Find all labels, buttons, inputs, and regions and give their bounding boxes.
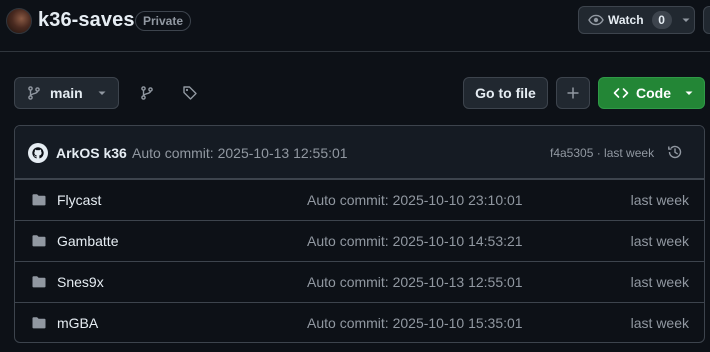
visibility-badge: Private [135, 11, 192, 31]
branch-selector[interactable]: main [14, 77, 119, 109]
code-button[interactable]: Code [598, 77, 705, 109]
eye-icon [588, 14, 604, 26]
file-commit-date: last week [630, 274, 689, 290]
github-icon [32, 147, 44, 159]
file-commit-message[interactable]: Auto commit: 2025-10-10 14:53:21 [307, 233, 523, 249]
file-commit-message[interactable]: Auto commit: 2025-10-10 15:35:01 [307, 315, 523, 331]
watch-button[interactable]: Watch 0 [578, 6, 695, 34]
tag-icon [183, 86, 197, 100]
folder-icon [32, 235, 46, 247]
file-name[interactable]: mGBA [57, 315, 98, 331]
repo-header: k36-saves Private Watch 0 [0, 0, 710, 52]
file-name[interactable]: Gambatte [57, 233, 118, 249]
file-commit-message[interactable]: Auto commit: 2025-10-13 12:55:01 [307, 274, 523, 290]
commit-author[interactable]: ArkOS k36 [56, 145, 127, 161]
tags-button[interactable] [175, 78, 205, 108]
folder-icon [32, 194, 46, 206]
file-row[interactable]: Flycast Auto commit: 2025-10-10 23:10:01… [15, 179, 704, 220]
git-branch-icon [141, 86, 153, 100]
chevron-down-icon [682, 18, 690, 22]
plus-icon [567, 87, 579, 99]
file-row[interactable]: Snes9x Auto commit: 2025-10-13 12:55:01 … [15, 261, 704, 302]
commit-meta[interactable]: f4a5305 · last week [550, 146, 654, 160]
chevron-down-icon [98, 91, 106, 95]
file-list: ArkOS k36 Auto commit: 2025-10-13 12:55:… [14, 125, 705, 343]
chevron-down-icon [685, 91, 693, 95]
owner-avatar[interactable] [6, 8, 32, 34]
code-label: Code [636, 85, 671, 101]
file-name[interactable]: Snes9x [57, 274, 104, 290]
watch-count: 0 [651, 11, 672, 29]
watch-label: Watch [608, 13, 644, 27]
branch-name: main [50, 85, 83, 101]
code-icon [613, 88, 629, 98]
file-commit-date: last week [630, 233, 689, 249]
file-commit-message[interactable]: Auto commit: 2025-10-10 23:10:01 [307, 192, 523, 208]
latest-commit-bar: ArkOS k36 Auto commit: 2025-10-13 12:55:… [15, 126, 704, 179]
folder-icon [32, 276, 46, 288]
file-name[interactable]: Flycast [57, 192, 101, 208]
git-branch-icon [28, 86, 40, 100]
repo-name[interactable]: k36-saves [38, 9, 135, 32]
file-row[interactable]: mGBA Auto commit: 2025-10-10 15:35:01 la… [15, 302, 704, 342]
file-row[interactable]: Gambatte Auto commit: 2025-10-10 14:53:2… [15, 220, 704, 261]
commit-author-avatar[interactable] [28, 143, 48, 163]
history-icon[interactable] [667, 144, 683, 160]
fork-button[interactable] [703, 6, 710, 34]
folder-icon [32, 317, 46, 329]
file-commit-date: last week [630, 192, 689, 208]
go-to-file-button[interactable]: Go to file [463, 77, 548, 109]
commit-message[interactable]: Auto commit: 2025-10-13 12:55:01 [132, 145, 348, 161]
file-commit-date: last week [630, 315, 689, 331]
branches-button[interactable] [132, 78, 162, 108]
add-file-button[interactable] [556, 77, 590, 109]
